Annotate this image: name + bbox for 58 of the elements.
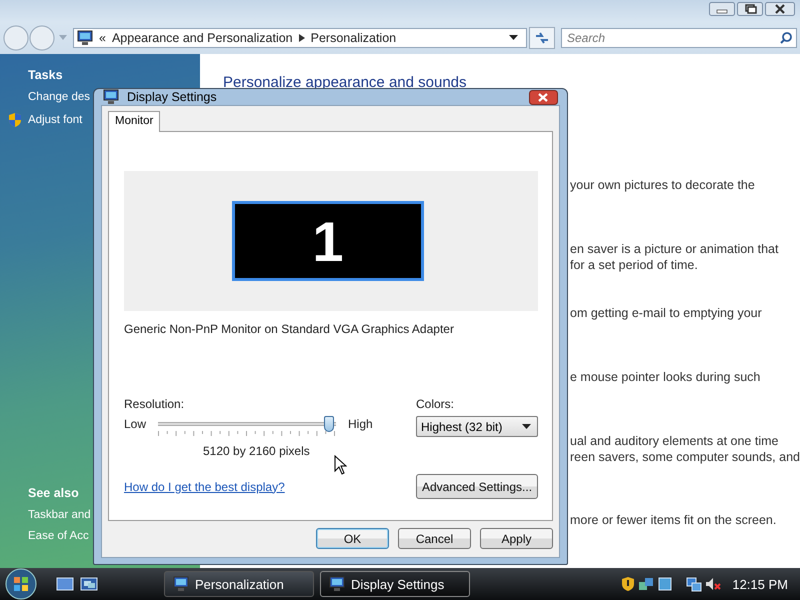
search-field[interactable]: Search [561,28,797,48]
dialog-button[interactable]: Cancel [398,528,471,549]
shield-icon[interactable] [621,576,636,592]
breadcrumb[interactable]: Personalization [310,31,396,45]
start-icon[interactable] [4,568,38,600]
description-text: reen savers, some computer sounds, and [570,449,800,465]
help-link[interactable]: How do I get the best display? [124,480,285,494]
address-bar[interactable]: « Appearance and Personalization Personalization [73,28,527,48]
clock[interactable]: 12:15 PM [732,576,788,592]
dialog-button[interactable]: OK [316,528,389,549]
search-icon [780,32,792,44]
dropdown-icon[interactable] [509,35,518,41]
dialog-button[interactable]: Apply [480,528,553,549]
description-text: your own pictures to decorate the [570,177,756,193]
slider-label: High [348,417,373,431]
resolution-value: 5120 by 2160 pixels [202,444,311,458]
field-label: Resolution: [124,397,186,411]
maximize-icon[interactable] [737,2,763,16]
cursor-icon [334,455,347,475]
field-label: Colors: [416,397,456,411]
windows-icon[interactable] [80,576,98,592]
slider-thumb[interactable] [324,416,334,432]
close-icon[interactable] [765,2,795,16]
colors-dropdown[interactable]: Highest (32 bit) [416,416,538,437]
description-text: om getting e-mail to emptying your [570,305,763,321]
taskbar-button[interactable]: Display Settings [320,571,470,597]
description-text: for a set period of time. [570,257,699,273]
desktop-icon[interactable] [56,576,74,592]
network-icon[interactable] [686,576,702,592]
monitor-icon [329,576,345,592]
description-text: e mouse pointer looks during such [570,369,762,385]
sidebar-link[interactable]: Change des [28,91,90,103]
description-text: ual and auditory elements at one time [570,433,780,449]
breadcrumb-overflow[interactable]: « [99,31,106,45]
window-title: Display Settings [127,90,217,104]
dropdown-icon [522,424,531,430]
sidebar-heading: Tasks [27,68,63,82]
monitor-name: Generic Non-PnP Monitor on Standard VGA Graphics Adapter [124,322,455,336]
tab[interactable]: Monitor [108,111,160,132]
sidebar-heading: See also [27,486,79,500]
breadcrumb[interactable]: Appearance and Personalization [112,31,293,45]
description-text: more or fewer items fit on the screen. [570,512,778,528]
monitor-icon [173,576,189,592]
advanced-settings-button[interactable]: Advanced Settings... [416,474,538,499]
page-heading: Personalize appearance and sounds [223,74,467,91]
speaker-muted-icon[interactable] [705,576,722,592]
sidebar-link[interactable]: Adjust font [28,114,82,126]
taskbar-button[interactable]: Personalization [164,571,314,597]
minimize-icon[interactable] [709,2,735,16]
monitor-icon [77,30,93,46]
chevron-icon[interactable] [298,34,305,42]
close-icon[interactable] [529,90,558,104]
monitor-icon [103,89,119,105]
network-icon[interactable] [638,576,654,592]
slider-label: Low [124,417,146,431]
description-text: en saver is a picture or animation that [570,241,780,257]
monitor-tile[interactable]: 1 [232,201,424,281]
refresh-icon[interactable] [529,27,555,49]
